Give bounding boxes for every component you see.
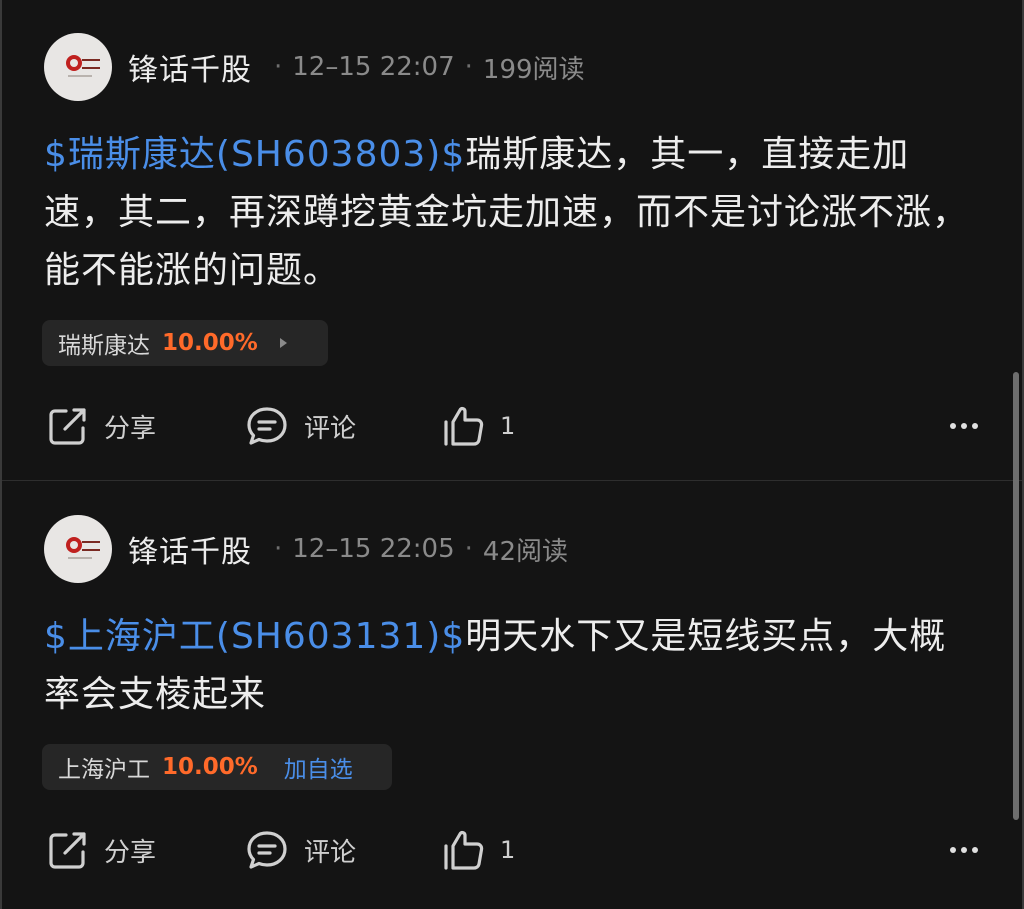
share-label: 分享 [104,837,157,868]
more-options-button[interactable] [950,847,986,853]
post-header: 锋话千股 · 12–15 22:05 · 42阅读 [44,515,568,583]
post-card[interactable]: 锋话千股 · 12–15 22:05 · 42阅读 $上海沪工(SH603131… [2,0,1022,909]
more-icon [950,847,956,853]
post-actions: 分享 评论 1 [46,826,986,874]
scrollbar[interactable] [1013,372,1019,820]
author-name[interactable]: 锋话千股 [128,527,252,571]
read-count: 42阅读 [482,536,568,567]
post-meta: · 12–15 22:05 · 42阅读 [264,531,568,568]
like-count: 1 [500,836,516,864]
comment-icon [247,831,287,869]
meta-separator: · [274,534,283,564]
post-content[interactable]: $上海沪工(SH603131)$明天水下又是短线买点，大概率会支棱起来 [44,608,974,724]
stock-chip[interactable]: 上海沪工 10.00% 加自选 [42,744,392,790]
post-timestamp: 12–15 22:05 [292,534,455,564]
ticker-link[interactable]: $上海沪工(SH603131)$ [44,616,465,657]
avatar-logo-line [68,557,92,559]
avatar-logo-mark [82,541,100,551]
like-icon [444,830,484,870]
more-icon [961,847,967,853]
avatar-logo-seal [66,537,82,553]
meta-separator: · [464,534,473,564]
share-button[interactable]: 分享 [46,828,244,872]
add-to-watchlist-button[interactable]: 加自选 [284,750,353,784]
stock-chip-change: 10.00% [162,754,258,780]
like-button[interactable]: 1 [442,828,515,872]
comment-button[interactable]: 评论 [244,828,442,872]
avatar[interactable] [44,515,112,583]
stock-chip-name: 上海沪工 [58,757,150,783]
more-icon [972,847,978,853]
share-icon [49,832,86,869]
feed: 锋话千股 · 12–15 22:07 · 199阅读 $瑞斯康达(SH60380… [0,0,1024,909]
comment-label: 评论 [304,837,357,868]
